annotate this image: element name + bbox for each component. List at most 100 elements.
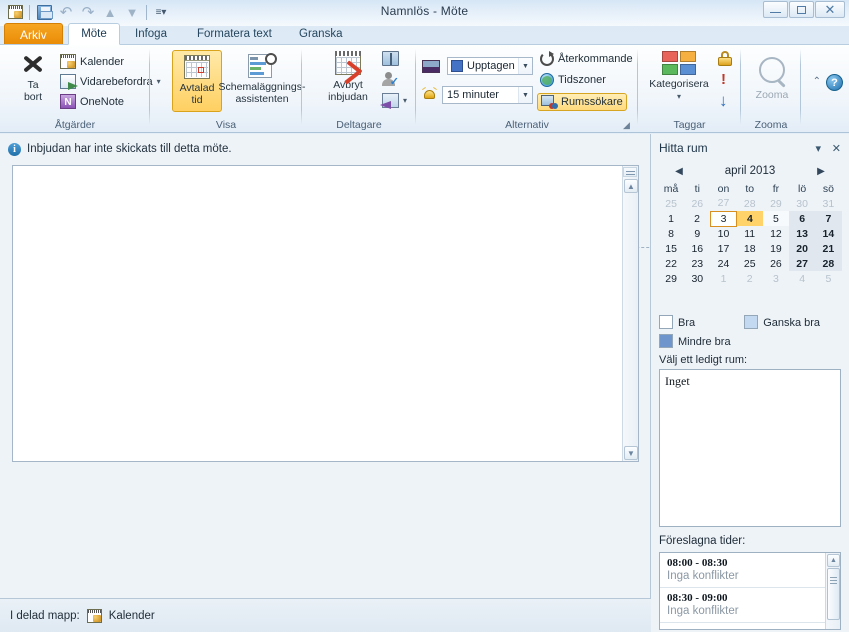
scheduling-assistant-icon [248, 53, 277, 78]
split-handle[interactable] [623, 167, 637, 177]
calendar-day-cell[interactable]: 15 [658, 241, 685, 256]
tab-arkiv[interactable]: Arkiv [4, 23, 63, 45]
calendar-day-cell[interactable]: 3 [709, 210, 738, 227]
calendar-day-cell[interactable]: 22 [658, 256, 685, 271]
calendar-day-cell[interactable]: 25 [736, 256, 763, 271]
chevron-down-icon[interactable]: ▼ [518, 58, 532, 74]
scroll-up-button[interactable]: ▲ [624, 179, 638, 193]
help-button[interactable]: ? [826, 74, 843, 91]
calendar-day-cell[interactable]: 19 [762, 241, 790, 256]
calendar-day-cell[interactable]: 30 [684, 271, 711, 286]
calendar-day-cell[interactable]: 5 [762, 211, 790, 226]
delete-button[interactable]: Ta bort [10, 53, 56, 103]
calendar-day-cell[interactable]: 28 [815, 256, 842, 271]
low-importance-button[interactable]: ↓ [719, 92, 728, 109]
minimize-button[interactable] [763, 1, 788, 18]
close-button[interactable]: ✕ [815, 1, 845, 18]
chevron-down-icon[interactable]: ▼ [518, 87, 532, 103]
high-importance-button[interactable]: ! [721, 72, 726, 87]
list-item[interactable]: 08:00 - 08:30 Inga konflikter [660, 553, 840, 588]
list-item[interactable]: Inget [660, 370, 840, 389]
calendar-day-cell[interactable]: 3 [762, 271, 790, 286]
onenote-button[interactable]: N OneNote [60, 94, 124, 109]
calendar-day-cell[interactable]: 23 [684, 256, 711, 271]
maximize-button[interactable] [789, 1, 814, 18]
calendar-day-cell[interactable]: 24 [710, 256, 737, 271]
calendar-day-cell[interactable]: 1 [710, 271, 737, 286]
reminder-dropdown[interactable]: 15 minuter ▼ [442, 86, 533, 104]
calendar-day-cell[interactable]: 29 [762, 196, 790, 211]
cancel-invitation-button[interactable]: Avbryt inbjudan [320, 51, 376, 103]
calendar-day-cell[interactable]: 25 [658, 196, 685, 211]
calendar-day-cell[interactable]: 8 [658, 226, 685, 241]
calendar-day-cell[interactable]: 7 [815, 211, 842, 226]
calendar-day-cell[interactable]: 4 [736, 211, 763, 226]
calendar-day-cell[interactable]: 9 [684, 226, 711, 241]
calendar-day-cell[interactable]: 31 [815, 196, 842, 211]
collapse-panel-button[interactable]: ▾ [815, 142, 821, 155]
calendar-day-cell[interactable]: 2 [684, 211, 711, 226]
recurrence-button[interactable]: Återkommande [540, 51, 633, 66]
suggested-times-list[interactable]: 08:00 - 08:30 Inga konflikter 08:30 - 09… [659, 552, 841, 630]
tab-mote[interactable]: Möte [68, 23, 120, 45]
close-panel-button[interactable]: ✕ [832, 142, 841, 155]
show-as-dropdown[interactable]: Upptagen ▼ [447, 57, 533, 75]
calendar-day-cell[interactable]: 10 [710, 226, 737, 241]
calendar-day-cell[interactable]: 28 [736, 196, 763, 211]
weekday-header: må [663, 182, 679, 195]
notes-scrollbar[interactable]: ▲ ▼ [622, 166, 638, 461]
tab-formatera-text[interactable]: Formatera text [186, 23, 283, 45]
calendar-day-cell[interactable]: 27 [710, 196, 737, 211]
notes-body[interactable]: ▲ ▼ [12, 165, 639, 462]
next-month-button[interactable]: ▶ [810, 166, 832, 177]
calendar-day-cell[interactable]: 12 [762, 226, 790, 241]
calendar-day-cell[interactable]: 4 [789, 271, 816, 286]
calendar-day-cell[interactable]: 14 [815, 226, 842, 241]
check-names-button[interactable]: ✓ [382, 72, 399, 88]
response-options-button[interactable]: ▾ [382, 93, 407, 108]
calendar-day-cell[interactable]: 5 [815, 271, 842, 286]
forward-button[interactable]: Vidarebefordra ▾ [60, 74, 161, 90]
calendar-day-cell[interactable]: 1 [658, 211, 685, 226]
private-button[interactable] [718, 51, 732, 66]
available-rooms-list[interactable]: Inget [659, 369, 841, 527]
scroll-up-button[interactable]: ▲ [827, 554, 840, 567]
calendar-day-cell[interactable]: 21 [815, 241, 842, 256]
item-label: OneNote [80, 95, 125, 108]
suggested-scrollbar[interactable]: ▲ [825, 553, 840, 629]
calendar-day-cell[interactable]: 17 [710, 241, 737, 256]
tab-granska[interactable]: Granska [288, 23, 353, 45]
calendar-day-cell[interactable]: 26 [684, 196, 711, 211]
list-item[interactable]: 08:30 - 09:00 Inga konflikter [660, 588, 840, 623]
calendar-day-cell[interactable]: 6 [789, 211, 816, 226]
button-label-line1: Schemaläggnings- [218, 81, 306, 93]
collapse-ribbon-button[interactable]: ⌃ [813, 76, 821, 87]
zoom-button[interactable]: Zooma [750, 57, 794, 102]
calendar-day-cell[interactable]: 13 [789, 226, 816, 241]
calendar-day-cell[interactable]: 29 [658, 271, 685, 286]
ribbon-group-visa: Avtalad tid Schemaläggnings- assistenten… [150, 45, 305, 133]
options-dialog-launcher[interactable]: ◢ [623, 121, 632, 130]
calendar-day-cell[interactable]: 18 [736, 241, 763, 256]
categorize-button[interactable]: Kategorisera ▾ [643, 51, 715, 102]
calendar-button[interactable]: Kalender [60, 54, 124, 69]
info-bar-text: Inbjudan har inte skickats till detta mö… [27, 143, 232, 155]
calendar-day-cell[interactable]: 11 [736, 226, 763, 241]
scheduling-assistant-button[interactable]: Schemaläggnings- assistenten [219, 50, 305, 112]
calendar-day-cell[interactable]: 26 [762, 256, 790, 271]
onenote-icon: N [60, 94, 76, 109]
calendar-day-cell[interactable]: 27 [789, 256, 816, 271]
calendar-day-cell[interactable]: 2 [736, 271, 763, 286]
scroll-down-button[interactable]: ▼ [624, 446, 638, 460]
address-book-button[interactable] [382, 51, 399, 66]
room-finder-button[interactable]: Rumssökare [537, 93, 627, 111]
appointment-view-button[interactable]: Avtalad tid [172, 50, 222, 112]
prev-month-button[interactable]: ◀ [668, 166, 690, 177]
scrollbar-thumb[interactable] [827, 568, 840, 620]
calendar-day-cell[interactable]: 16 [684, 241, 711, 256]
show-as-icon-wrap [422, 60, 440, 73]
time-zones-button[interactable]: Tidszoner [540, 73, 606, 87]
calendar-day-cell[interactable]: 20 [789, 241, 816, 256]
tab-infoga[interactable]: Infoga [124, 23, 178, 45]
calendar-day-cell[interactable]: 30 [789, 196, 816, 211]
